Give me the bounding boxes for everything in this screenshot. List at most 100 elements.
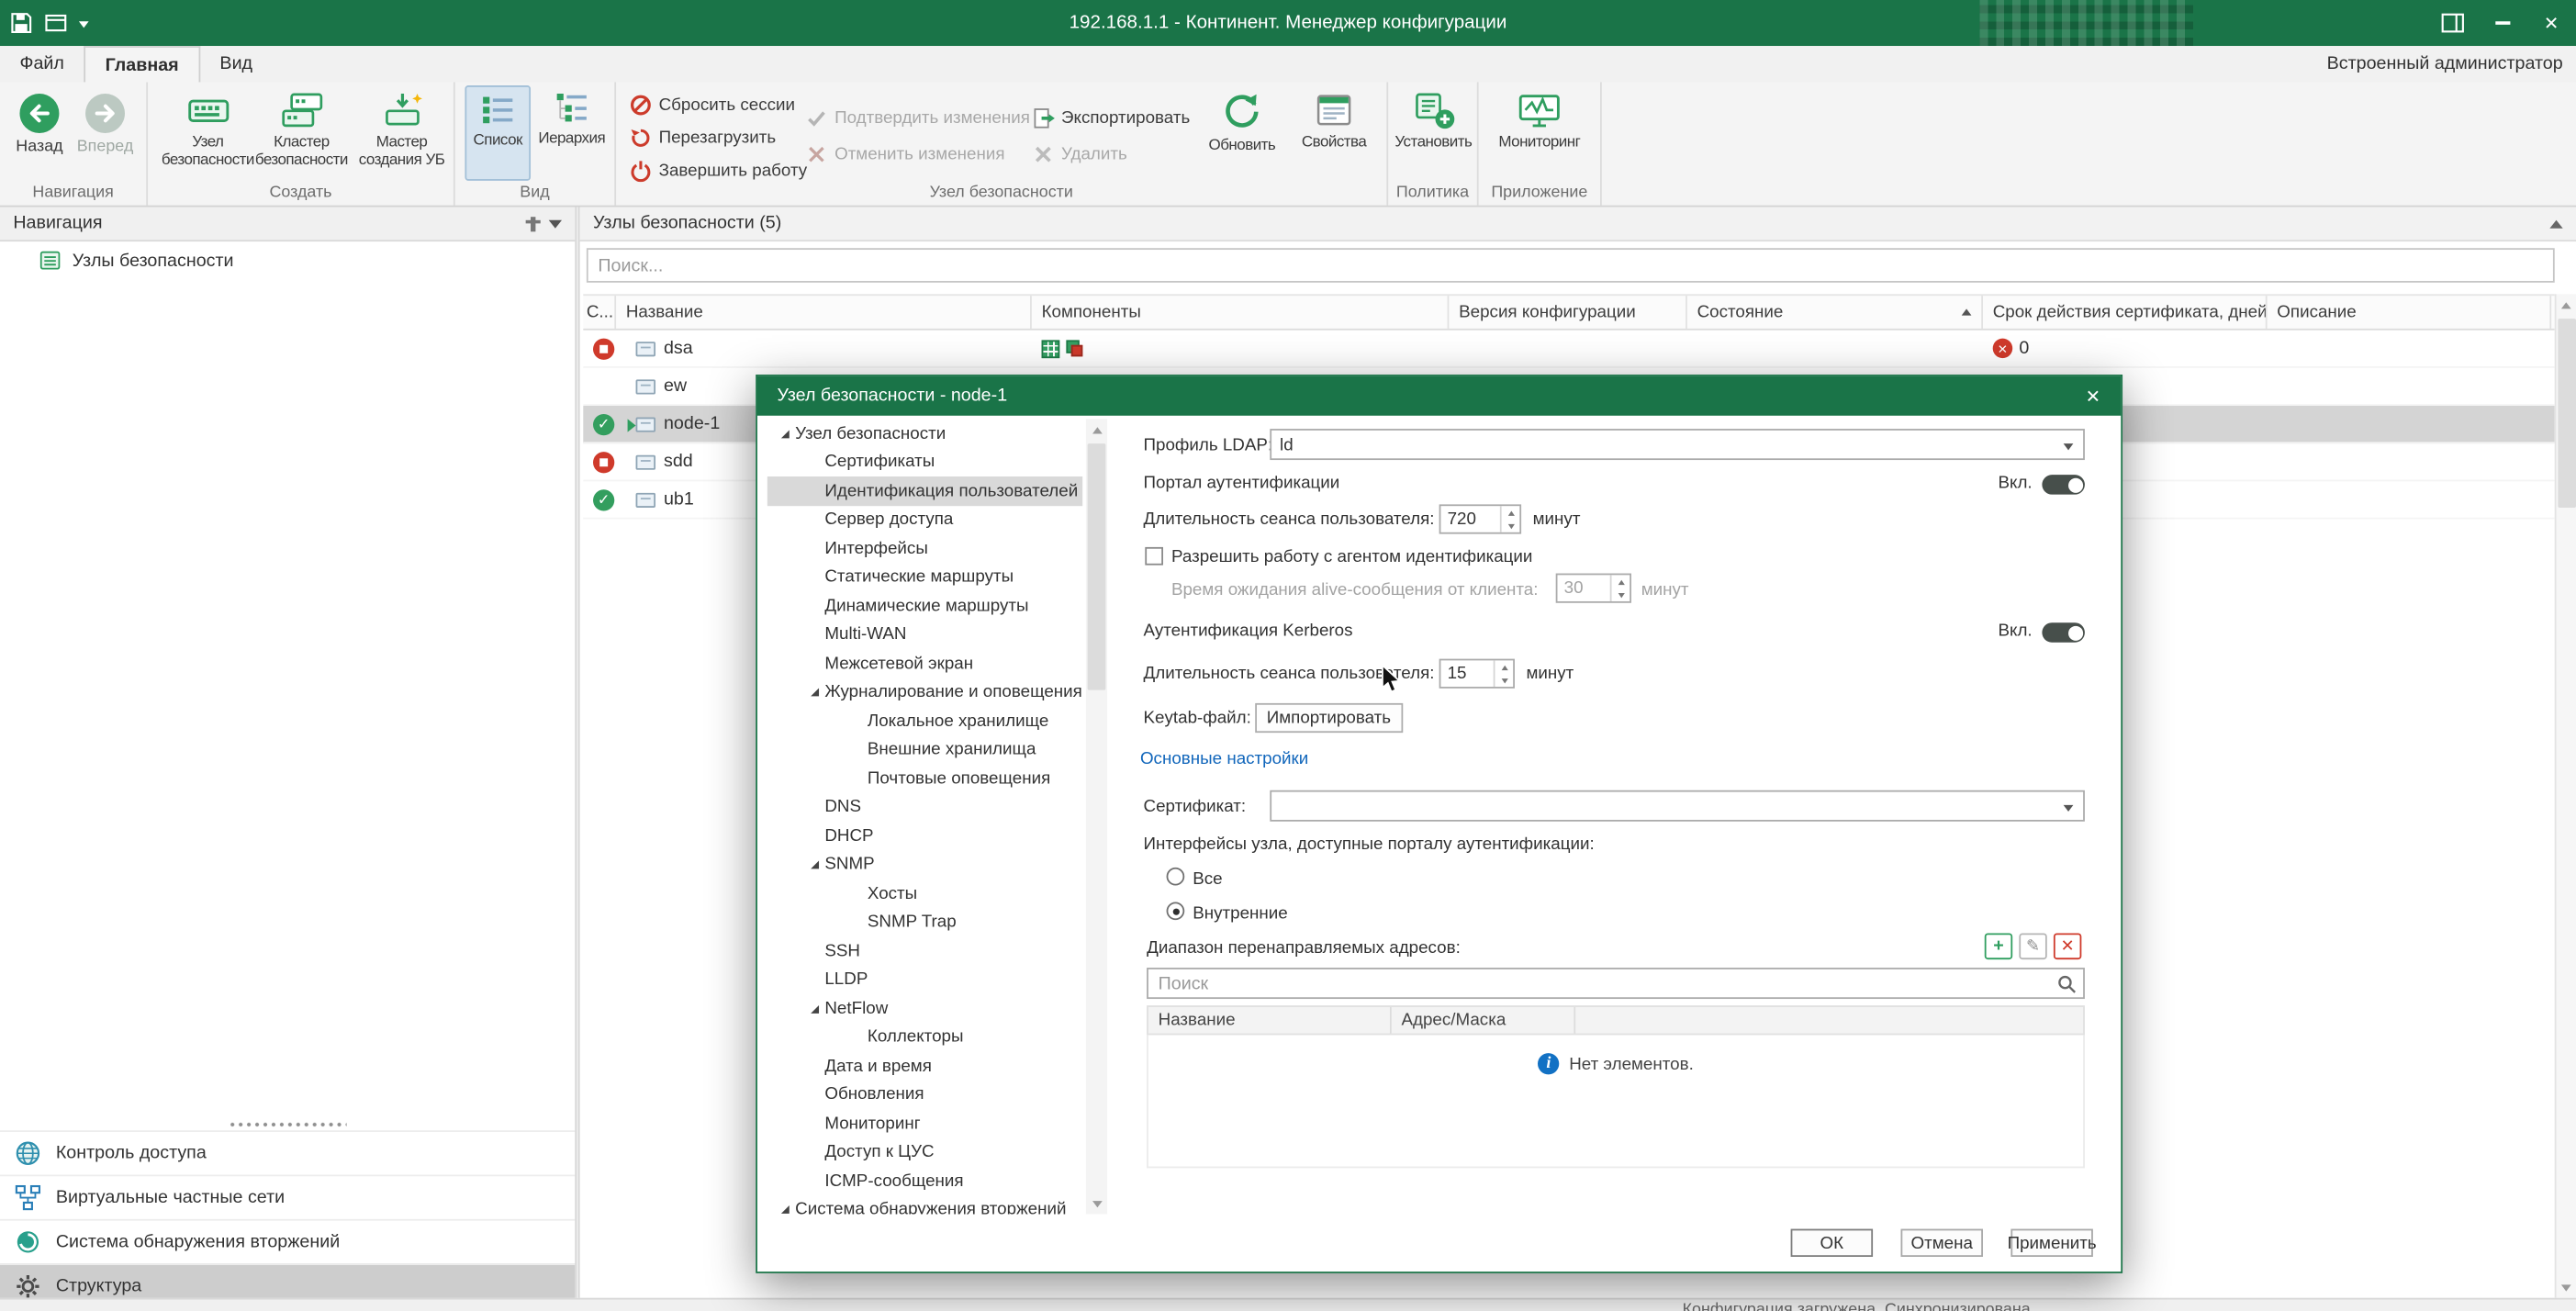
dialog-tree-item[interactable]: Идентификация пользователей: [767, 476, 1083, 505]
stepper-up-icon[interactable]: [1502, 506, 1520, 519]
export-button[interactable]: Экспортировать: [1032, 102, 1190, 133]
kerberos-toggle[interactable]: [2042, 622, 2085, 642]
agent-checkbox[interactable]: [1145, 547, 1163, 566]
qat-dropdown-icon[interactable]: [79, 20, 89, 32]
dialog-tree-item[interactable]: LLDP: [767, 965, 1083, 993]
dialog-tree-item[interactable]: Узел безопасности: [767, 419, 1083, 447]
cancel-button[interactable]: Отмена: [1900, 1229, 1982, 1257]
dialog-tree-item[interactable]: Статические маршруты: [767, 563, 1083, 591]
column-header-name[interactable]: Название: [616, 296, 1032, 329]
range-column-name[interactable]: Название: [1148, 1007, 1392, 1034]
dialog-tree-item[interactable]: DNS: [767, 792, 1083, 821]
node-wizard-button[interactable]: Мастерсоздания УБ: [355, 85, 449, 181]
forward-button[interactable]: Вперед: [75, 92, 134, 156]
delete-button[interactable]: Удалить: [1032, 138, 1127, 169]
scroll-thumb[interactable]: [1088, 443, 1106, 689]
stepper-down-icon[interactable]: [1495, 674, 1513, 687]
minimize-button[interactable]: [2478, 0, 2527, 46]
dialog-tree-item[interactable]: Почтовые оповещения: [767, 764, 1083, 792]
column-header-components[interactable]: Компоненты: [1032, 296, 1450, 329]
sidebar-bottom-item[interactable]: Контроль доступа: [0, 1130, 575, 1174]
window-icon[interactable]: [44, 12, 67, 35]
scroll-up-icon[interactable]: [2556, 294, 2576, 315]
tab-view[interactable]: Вид: [200, 46, 273, 82]
alive-timeout-stepper[interactable]: [1556, 574, 1631, 603]
shutdown-button[interactable]: Завершить работу: [629, 154, 807, 185]
scroll-thumb[interactable]: [2557, 319, 2575, 508]
stepper-down-icon[interactable]: [1502, 519, 1520, 532]
dialog-tree-item[interactable]: Интерфейсы: [767, 534, 1083, 563]
create-security-node-button[interactable]: Узелбезопасности: [161, 85, 254, 181]
dialog-tree-item[interactable]: Сертификаты: [767, 448, 1083, 476]
column-header-status[interactable]: С...: [583, 296, 616, 329]
dialog-tree-scrollbar[interactable]: [1086, 419, 1107, 1214]
import-keytab-button[interactable]: Импортировать: [1255, 703, 1402, 733]
dialog-tree-item[interactable]: Дата и время: [767, 1051, 1083, 1080]
dialog-tree-item[interactable]: Межсетевой экран: [767, 649, 1083, 678]
stepper-down-icon[interactable]: [1612, 588, 1630, 601]
expand-arrow-icon[interactable]: [805, 686, 824, 699]
dialog-tree-item[interactable]: Динамические маршруты: [767, 591, 1083, 620]
monitoring-button[interactable]: Мониторинг: [1485, 85, 1594, 181]
sidebar-bottom-item[interactable]: Виртуальные частные сети: [0, 1175, 575, 1219]
column-header-state[interactable]: Состояние: [1687, 296, 1983, 329]
sidebar-bottom-item[interactable]: Система обнаружения вторжений: [0, 1219, 575, 1263]
pin-icon[interactable]: [531, 216, 535, 230]
dialog-tree-item[interactable]: Локальное хранилище: [767, 707, 1083, 735]
dialog-tree-item[interactable]: NetFlow: [767, 994, 1083, 1023]
dialog-tree-item[interactable]: Хосты: [767, 879, 1083, 907]
back-button[interactable]: Назад: [10, 92, 69, 156]
dialog-tree-item[interactable]: Внешние хранилища: [767, 735, 1083, 764]
certificate-select[interactable]: [1270, 790, 2085, 822]
apply-button[interactable]: Применить: [2010, 1229, 2092, 1257]
expand-arrow-icon[interactable]: [805, 1002, 824, 1014]
refresh-button[interactable]: Обновить: [1201, 85, 1282, 181]
dialog-close-button[interactable]: [2072, 376, 2115, 416]
dialog-tree-item[interactable]: DHCP: [767, 822, 1083, 850]
install-policy-button[interactable]: Установить: [1390, 85, 1477, 181]
dialog-tree-item[interactable]: Доступ к ЦУС: [767, 1137, 1083, 1166]
tab-file[interactable]: Файл: [0, 46, 84, 82]
properties-button[interactable]: Свойства: [1293, 85, 1374, 181]
scroll-up-icon[interactable]: [1086, 419, 1107, 440]
collapse-icon[interactable]: [2549, 213, 2562, 228]
reset-sessions-button[interactable]: Сбросить сессии: [629, 89, 795, 120]
chevron-down-icon[interactable]: [549, 219, 562, 234]
delete-range-button[interactable]: [2054, 933, 2081, 959]
dialog-tree-item[interactable]: Журналирование и оповещения: [767, 678, 1083, 706]
panel-toggle-button[interactable]: [2428, 0, 2478, 46]
content-scrollbar[interactable]: [2555, 294, 2576, 1297]
stepper-up-icon[interactable]: [1495, 660, 1513, 673]
dialog-tree-item[interactable]: SSH: [767, 936, 1083, 965]
add-range-button[interactable]: [1985, 933, 2012, 959]
radio-internal-interfaces[interactable]: [1167, 902, 1185, 920]
dialog-tree-item[interactable]: Обновления: [767, 1081, 1083, 1109]
expand-arrow-icon[interactable]: [776, 1203, 795, 1214]
column-header-config-version[interactable]: Версия конфигурации: [1449, 296, 1686, 329]
list-view-button[interactable]: Список: [465, 85, 531, 181]
dialog-tree-item[interactable]: Система обнаружения вторжений: [767, 1195, 1083, 1215]
range-column-address[interactable]: Адрес/Маска: [1392, 1007, 1575, 1034]
ok-button[interactable]: ОК: [1791, 1229, 1873, 1257]
dialog-tree-item[interactable]: SNMP Trap: [767, 908, 1083, 936]
radio-all-interfaces[interactable]: [1167, 868, 1185, 886]
reboot-button[interactable]: Перезагрузить: [629, 121, 776, 152]
scroll-down-icon[interactable]: [1086, 1193, 1107, 1214]
table-row[interactable]: dsa 0: [583, 331, 2554, 368]
scroll-down-icon[interactable]: [2556, 1276, 2576, 1297]
stepper-up-icon[interactable]: [1612, 575, 1630, 588]
range-search-input[interactable]: [1148, 973, 2057, 992]
session-duration-stepper[interactable]: [1439, 504, 1521, 533]
sidebar-splitter[interactable]: [0, 1119, 575, 1129]
confirm-changes-button[interactable]: Подтвердить изменения: [805, 102, 1030, 133]
kerberos-session-stepper[interactable]: [1439, 659, 1515, 689]
edit-range-button[interactable]: [2019, 933, 2046, 959]
tab-home[interactable]: Главная: [84, 46, 200, 82]
dialog-tree-item[interactable]: Коллекторы: [767, 1023, 1083, 1051]
dialog-tree-item[interactable]: Мониторинг: [767, 1109, 1083, 1137]
main-settings-link[interactable]: Основные настройки: [1140, 749, 1308, 768]
close-button[interactable]: [2526, 0, 2576, 46]
column-header-cert-days[interactable]: Срок действия сертификата, дней: [1983, 296, 2268, 329]
ldap-profile-select[interactable]: ld: [1270, 429, 2085, 460]
dialog-tree-item[interactable]: Multi-WAN: [767, 621, 1083, 649]
